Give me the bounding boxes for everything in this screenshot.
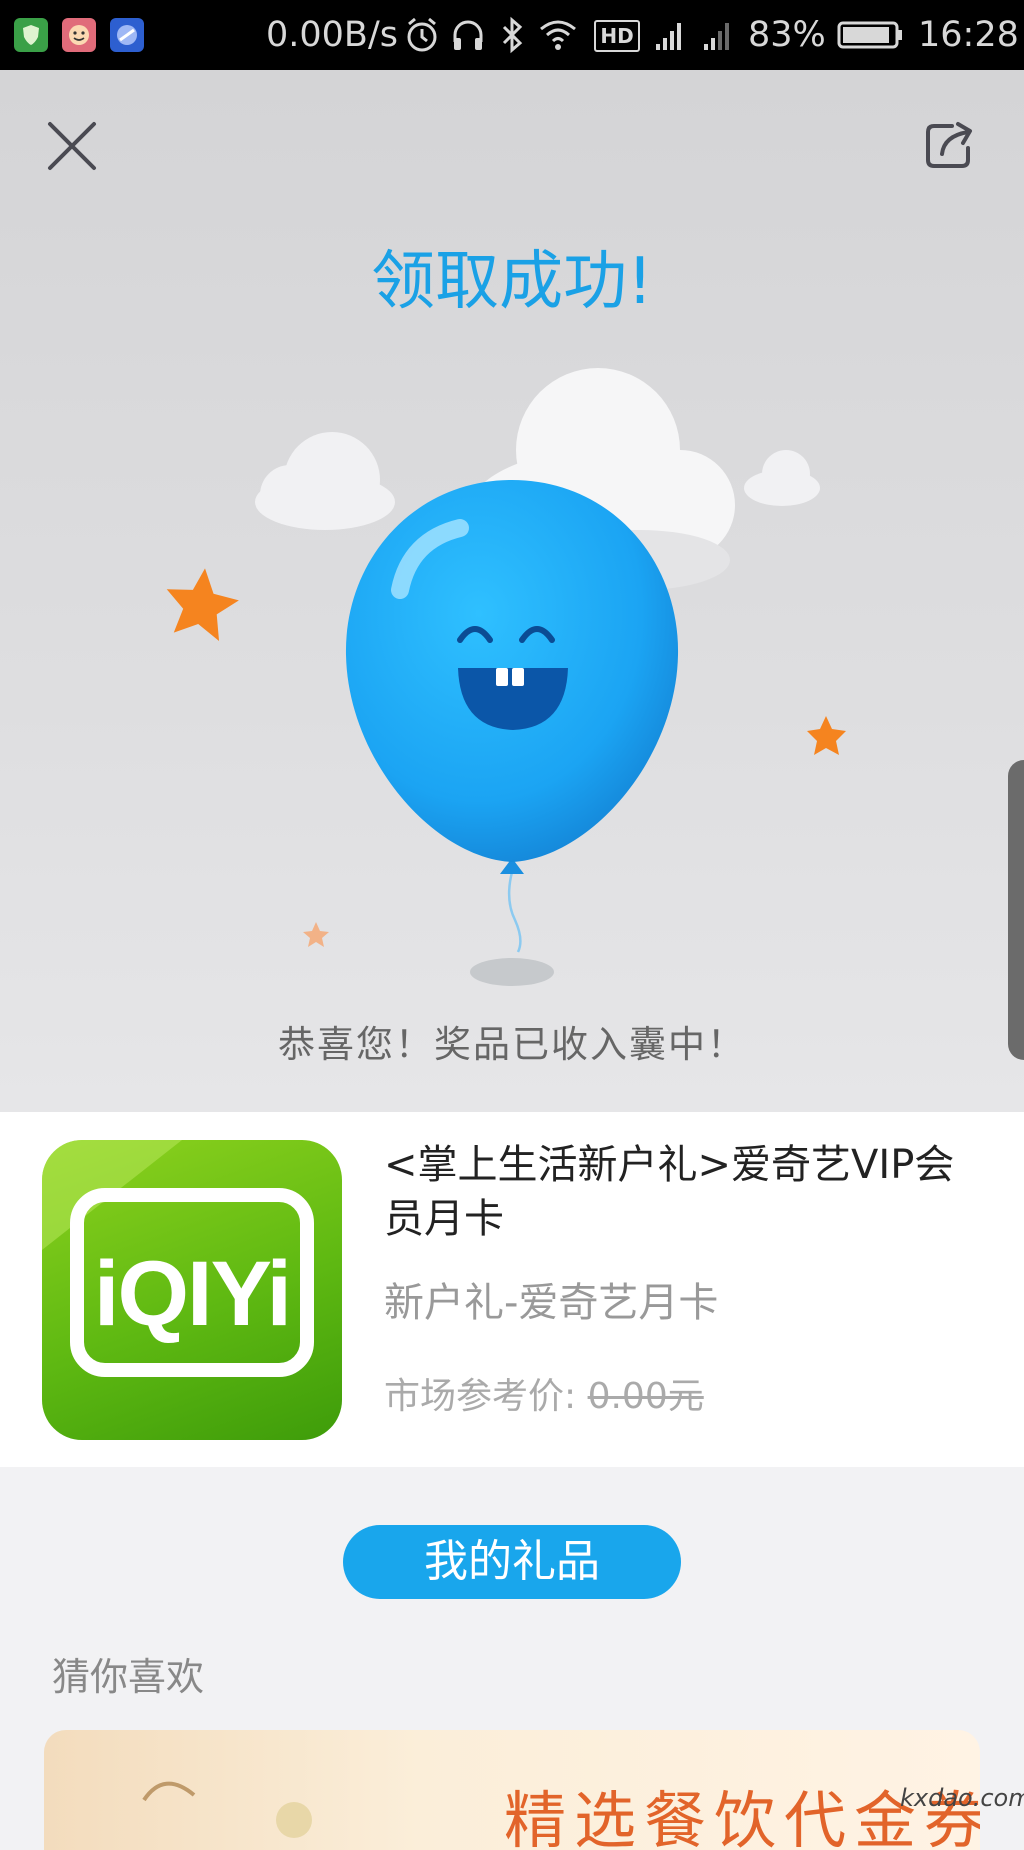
success-hero xyxy=(0,70,1024,1112)
iqiyi-logo-text: iQIYi xyxy=(94,1243,290,1345)
signal-icon xyxy=(656,23,681,50)
iqiyi-logo: iQIYi xyxy=(42,1140,342,1440)
net-speed: 0.00B/s xyxy=(266,15,398,55)
clock: 16:28 xyxy=(918,15,1019,55)
prize-subtitle: 新户礼-爱奇艺月卡 xyxy=(384,1280,719,1326)
share-icon[interactable] xyxy=(922,116,978,172)
wifi-icon xyxy=(540,20,576,50)
alarm-icon xyxy=(407,17,437,52)
market-price: 市场参考价: 0.00元 xyxy=(384,1370,704,1424)
signal-icon xyxy=(704,23,729,50)
battery-percent: 83% xyxy=(748,15,826,55)
face-app-icon xyxy=(62,18,96,52)
browser-app-icon xyxy=(110,18,144,52)
hd-icon: HD xyxy=(594,20,640,52)
congrats-message: 恭喜您！奖品已收入囊中！ xyxy=(278,1023,746,1066)
success-title: 领取成功! xyxy=(371,245,653,319)
edge-drag-handle[interactable] xyxy=(1008,760,1024,1060)
recommend-heading: 猜你喜欢 xyxy=(52,1655,205,1699)
bluetooth-icon xyxy=(502,16,523,54)
status-bar: 0.00B/s HD 83% 16:28 xyxy=(0,0,1024,70)
recommend-banner[interactable]: 精选餐饮代金券 xyxy=(44,1730,980,1850)
headphones-icon xyxy=(453,20,483,50)
price-value: 0.00元 xyxy=(587,1376,704,1417)
battery-icon xyxy=(837,21,902,49)
price-label: 市场参考价: xyxy=(384,1376,588,1417)
shield-app-icon xyxy=(14,18,48,52)
prize-title: <掌上生活新户礼>爱奇艺VIP会员月卡 xyxy=(384,1142,955,1242)
close-icon[interactable] xyxy=(44,118,100,174)
watermark: kxdao.com xyxy=(900,1784,1024,1812)
my-gifts-button[interactable]: 我的礼品 xyxy=(343,1525,681,1599)
